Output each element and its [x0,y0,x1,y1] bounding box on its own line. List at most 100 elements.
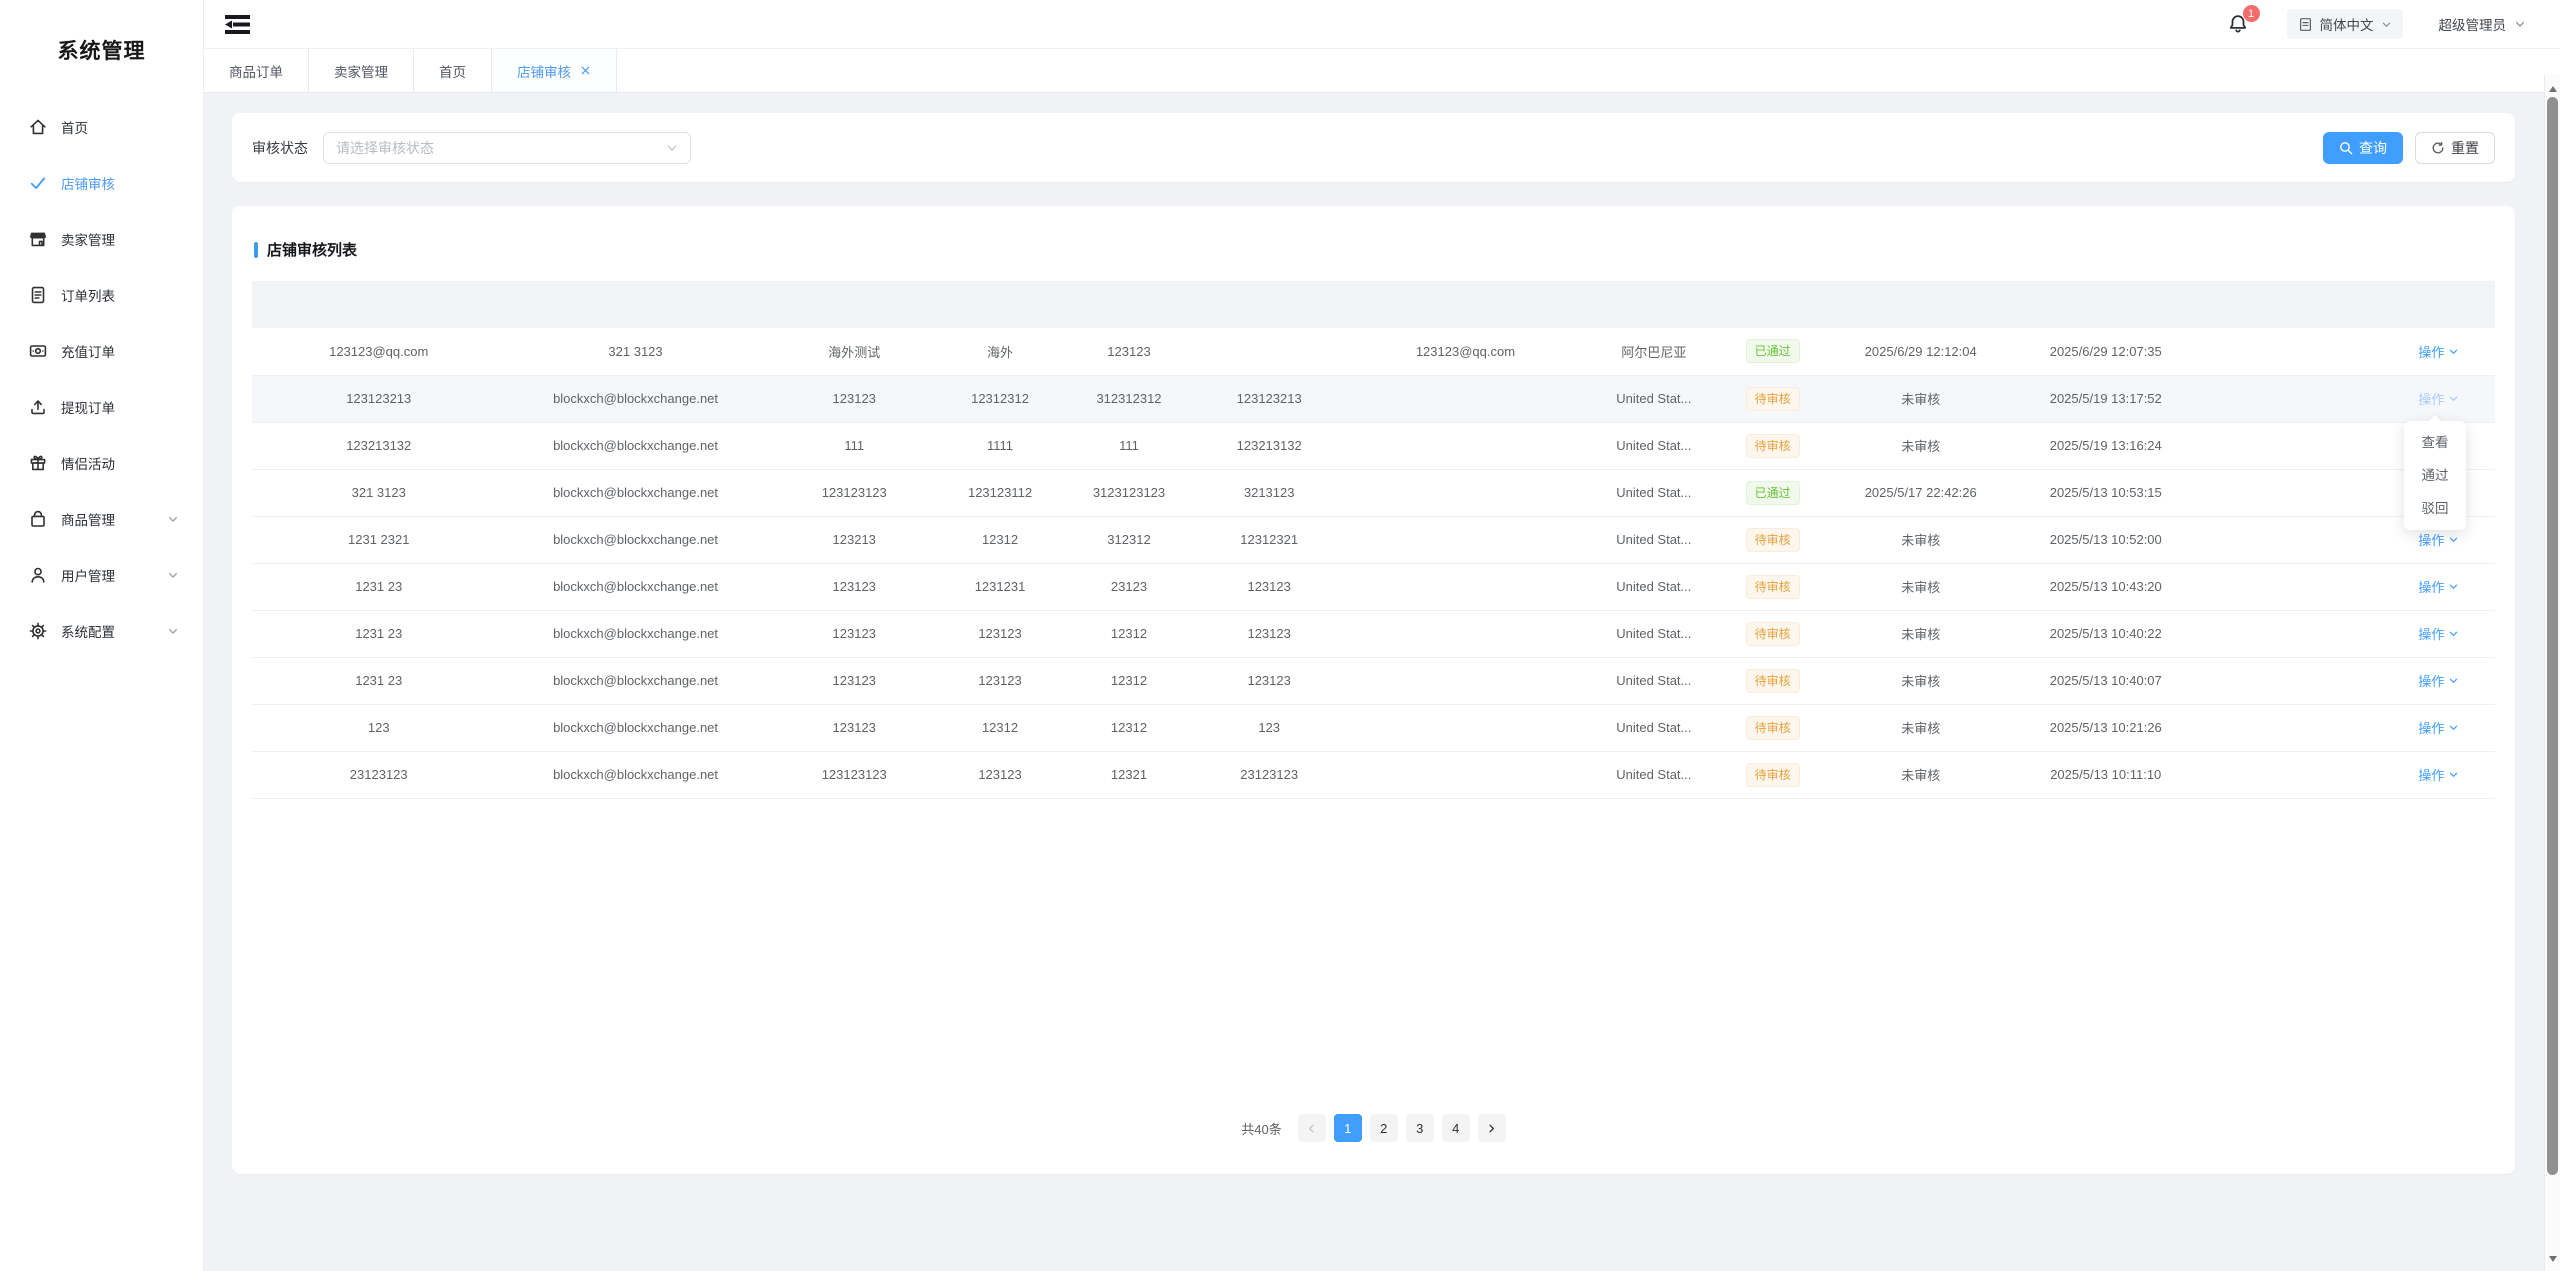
topbar-right: 1 简体中文 超级管理员 [2227,9,2527,39]
cell-id-number: 12321 [1057,751,1201,798]
cell-status: 待审核 [1714,516,1831,563]
cell-phone: 123123 [1201,657,1338,704]
sidebar-item-recharge-orders[interactable]: 充值订单 [0,323,203,379]
sidebar-item-order-list[interactable]: 订单列表 [0,267,203,323]
cell-shop-name: 123123 [766,610,943,657]
column-header [2383,281,2495,328]
search-button[interactable]: 查询 [2323,132,2403,164]
cell-country: United Stat... [1593,751,1714,798]
tab-home[interactable]: 首页 [414,49,492,92]
status-badge: 待审核 [1746,763,1800,787]
status-badge: 已通过 [1746,481,1800,505]
language-selector[interactable]: 简体中文 [2287,9,2403,39]
check-icon [28,173,48,193]
pagination-page-4[interactable]: 4 [1442,1114,1470,1142]
row-action-label: 操作 [2418,530,2444,549]
sidebar-item-label: 首页 [61,117,88,137]
cell-audit-time: 未审核 [1831,610,2010,657]
select-placeholder: 请选择审核状态 [336,138,434,158]
filter-panel: 审核状态 请选择审核状态 查询 重置 [232,113,2515,182]
cell-shop-name: 123213 [766,516,943,563]
cell-phone: 123123213 [1201,375,1338,422]
cell-audit-time: 未审核 [1831,563,2010,610]
cell-apply-time: 2025/5/13 10:11:10 [2010,751,2201,798]
reset-button[interactable]: 重置 [2415,132,2495,164]
sidebar-collapse-button[interactable] [224,14,251,35]
sidebar-item-product-management[interactable]: 商品管理 [0,491,203,547]
pagination-next-button[interactable] [1478,1114,1506,1142]
sidebar-item-system-config[interactable]: 系统配置 [0,603,203,659]
cell-email [1338,516,1594,563]
cell-real-name: 123123112 [943,469,1057,516]
cell-apply-time: 2025/5/13 10:21:26 [2010,704,2201,751]
cell-shop-name: 海外测试 [766,328,943,375]
row-action-link[interactable]: 操作 [2418,577,2459,596]
sidebar-item-user-management[interactable]: 用户管理 [0,547,203,603]
row-action-link[interactable]: 操作 [2418,624,2459,643]
close-icon[interactable] [580,65,591,76]
row-action-link[interactable]: 操作 [2418,718,2459,737]
cell-phone: 123 [1201,704,1338,751]
dropdown-item-view[interactable]: 查看 [2404,426,2466,459]
sidebar-item-couple-activity[interactable]: 情侣活动 [0,435,203,491]
status-badge: 待审核 [1746,387,1800,411]
home-icon [28,117,48,137]
sidebar-item-withdrawal-orders[interactable]: 提现订单 [0,379,203,435]
sidebar-item-label: 卖家管理 [61,229,115,249]
cell-email [1338,469,1594,516]
row-action-link[interactable]: 操作 [2418,389,2459,408]
row-action-link[interactable]: 操作 [2418,530,2459,549]
cell-apply-time: 2025/6/29 12:07:35 [2010,328,2201,375]
scrollbar-thumb[interactable] [2547,97,2558,1175]
cell-id-number: 312312312 [1057,375,1201,422]
chevron-down-icon [2381,19,2392,30]
dropdown-item-approve[interactable]: 通过 [2404,459,2466,492]
user-menu[interactable]: 超级管理员 [2439,14,2527,34]
sidebar-item-label: 用户管理 [61,565,115,585]
cell-remark [2201,375,2383,422]
document-icon [28,285,48,305]
cell-shop-name: 123123 [766,657,943,704]
row-action-link[interactable]: 操作 [2418,765,2459,784]
cell-remark [2201,610,2383,657]
sidebar-item-home[interactable]: 首页 [0,99,203,155]
cell-email [1338,422,1594,469]
app-title: 系统管理 [0,0,203,99]
tab-seller-management[interactable]: 卖家管理 [309,49,414,92]
sidebar-item-label: 系统配置 [61,621,115,641]
scrollbar-down-arrow[interactable] [2549,1256,2557,1266]
dropdown-item-reject[interactable]: 驳回 [2404,492,2466,525]
pagination-page-3[interactable]: 3 [1406,1114,1434,1142]
cell-remark [2201,657,2383,704]
row-action-link[interactable]: 操作 [2418,671,2459,690]
row-action-label: 操作 [2418,718,2444,737]
cell-shop-name: 123123 [766,704,943,751]
notification-button[interactable]: 1 [2227,13,2249,35]
cell-remark [2201,422,2383,469]
sidebar-menu: 首页 店铺审核 卖家管理 订单列表 [0,99,203,659]
cell-phone: 123123 [1201,563,1338,610]
tab-shop-audit[interactable]: 店铺审核 [492,49,617,92]
cell-id-number: 12312 [1057,704,1201,751]
status-badge: 待审核 [1746,528,1800,552]
scrollbar-up-arrow[interactable] [2549,82,2557,92]
sidebar-item-shop-audit[interactable]: 店铺审核 [0,155,203,211]
row-action-label: 操作 [2418,671,2444,690]
table-body: 123123@qq.com 321 3123 海外测试 海外 123123 12… [252,328,2495,798]
cell-audit-time: 未审核 [1831,516,2010,563]
pagination-page-1[interactable]: 1 [1334,1114,1362,1142]
bag-icon [28,509,48,529]
sidebar-item-label: 商品管理 [61,509,115,529]
cell-action: 操作 [2383,328,2495,375]
cell-audit-time: 2025/5/17 22:42:26 [1831,469,2010,516]
pagination-page-2[interactable]: 2 [1370,1114,1398,1142]
pagination-prev-button[interactable] [1298,1114,1326,1142]
audit-status-select[interactable]: 请选择审核状态 [323,132,691,164]
sidebar-item-seller-management[interactable]: 卖家管理 [0,211,203,267]
tab-label: 商品订单 [229,61,283,81]
row-action-label: 操作 [2418,389,2444,408]
row-action-link[interactable]: 操作 [2418,342,2459,361]
gift-icon [28,453,48,473]
row-action-label: 操作 [2418,342,2444,361]
tab-product-orders[interactable]: 商品订单 [204,49,309,92]
